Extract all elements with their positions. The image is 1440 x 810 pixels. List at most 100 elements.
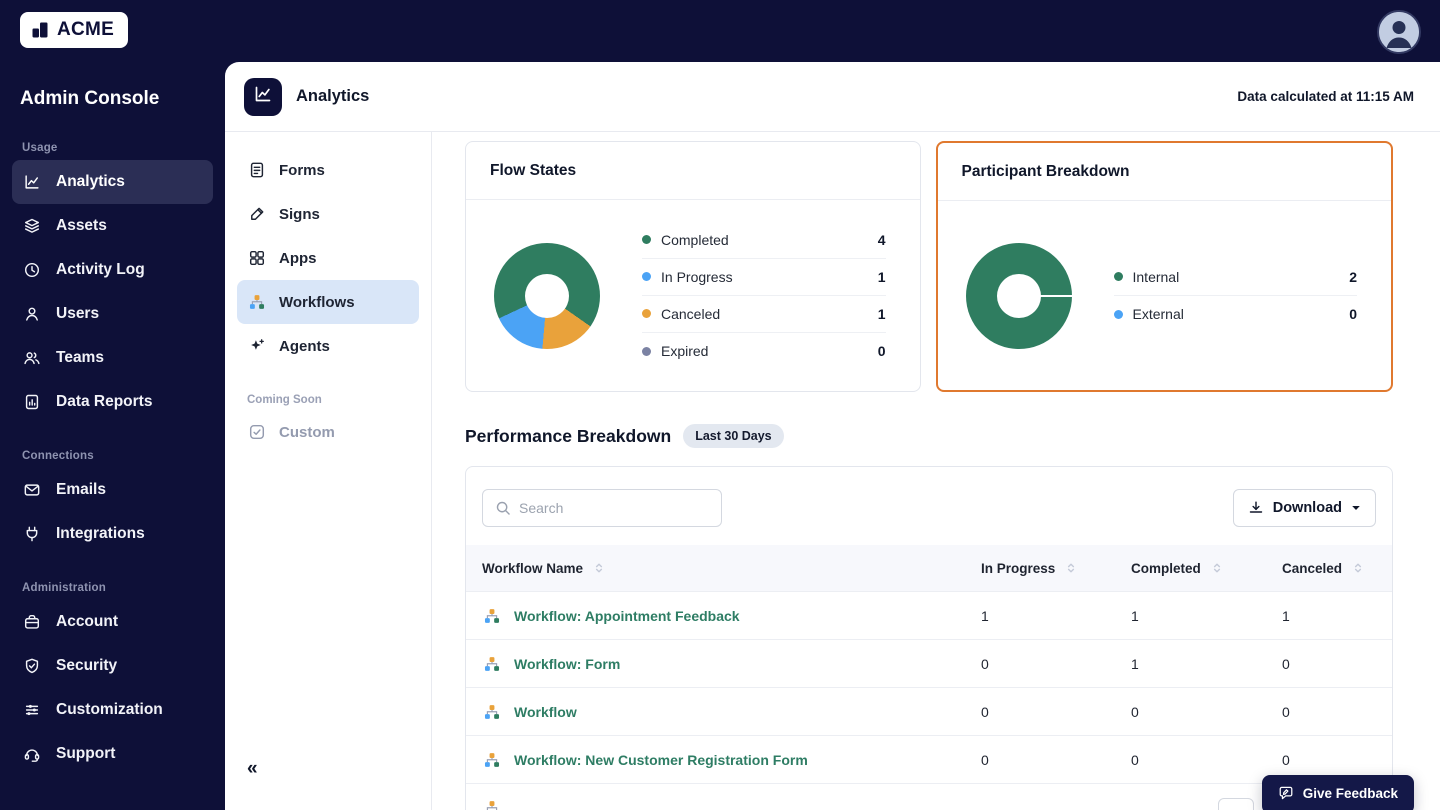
integrations-icon [22, 524, 42, 544]
sidebar-item-support[interactable]: Support [12, 732, 213, 776]
sidebar-item-label: Support [56, 745, 115, 763]
sidebar-item-customization[interactable]: Customization [12, 688, 213, 732]
column-label: Completed [1131, 561, 1201, 576]
sidebar-item-label: Integrations [56, 525, 145, 543]
sidebar-item-teams[interactable]: Teams [12, 336, 213, 380]
donut-hole [997, 274, 1041, 318]
signs-icon [247, 204, 267, 224]
give-feedback-button[interactable]: Give Feedback [1262, 775, 1414, 810]
legend-dot [642, 235, 651, 244]
sidebar-item-data-reports[interactable]: Data Reports [12, 380, 213, 424]
workflow-link[interactable]: Workflow: Appointment Feedback [514, 608, 740, 624]
sidebar-item-label: Security [56, 657, 117, 675]
coming-soon-label: Coming Soon [247, 394, 419, 406]
legend-label: Expired [661, 343, 868, 359]
legend-label: In Progress [661, 269, 868, 285]
subnav-item-label: Workflows [279, 294, 355, 311]
download-button[interactable]: Download [1233, 489, 1376, 527]
sidebar-item-users[interactable]: Users [12, 292, 213, 336]
sidebar-item-label: Emails [56, 481, 106, 499]
collapse-sidebar-button[interactable]: « [247, 758, 258, 780]
subnav-item-label: Signs [279, 206, 320, 223]
avatar-icon [1379, 39, 1419, 54]
download-label: Download [1273, 500, 1342, 516]
subnav-item-apps[interactable]: Apps [237, 236, 419, 280]
workflow-row-icon [482, 606, 502, 626]
legend-item-canceled: Canceled1 [642, 296, 886, 333]
search-input[interactable] [519, 500, 709, 516]
sidebar-item-analytics[interactable]: Analytics [12, 160, 213, 204]
sidebar-item-account[interactable]: Account [12, 600, 213, 644]
summary-cards-row: Flow States Completed4In Progress1Cancel… [465, 141, 1393, 392]
column-header-completed[interactable]: Completed [1131, 558, 1282, 578]
give-feedback-label: Give Feedback [1303, 786, 1398, 801]
sidebar-item-label: Account [56, 613, 118, 631]
sidebar-item-emails[interactable]: Emails [12, 468, 213, 512]
legend-value: 0 [878, 343, 886, 359]
workflow-name-cell: Workflow: Form [482, 654, 981, 674]
workflow-link[interactable]: Workflow: Form [514, 656, 620, 672]
sidebar-item-security[interactable]: Security [12, 644, 213, 688]
download-icon [1248, 500, 1264, 516]
user-avatar[interactable] [1377, 10, 1421, 54]
acme-logo[interactable]: ACME [20, 12, 128, 48]
workflow-link[interactable]: Workflow: New Customer Registration Form [514, 752, 808, 768]
subnav-item-signs[interactable]: Signs [237, 192, 419, 236]
sidebar: ACME Admin Console UsageAnalyticsAssetsA… [0, 0, 225, 810]
performance-breakdown-heading: Performance Breakdown Last 30 Days [465, 424, 1393, 448]
sidebar-nav: UsageAnalyticsAssetsActivity LogUsersTea… [0, 142, 225, 776]
participant-breakdown-title: Participant Breakdown [938, 143, 1392, 201]
subnav-item-custom: Custom [237, 410, 419, 454]
metric-value: 0 [1282, 704, 1376, 720]
subnav-item-agents[interactable]: Agents [237, 324, 419, 368]
search-box[interactable] [482, 489, 722, 527]
table-row: Workflow000 [466, 687, 1392, 735]
legend-value: 4 [878, 232, 886, 248]
legend-item-expired: Expired 0 [642, 333, 886, 370]
legend-label: Internal [1133, 269, 1340, 285]
table-header-row: Workflow NameIn ProgressCompleted Cancele… [466, 545, 1392, 591]
column-header-workflow-name[interactable]: Workflow Name [482, 558, 981, 578]
metric-value: 0 [981, 704, 1131, 720]
sidebar-item-assets[interactable]: Assets [12, 204, 213, 248]
activity-log-icon [22, 260, 42, 280]
flow-states-donut-chart [494, 243, 600, 349]
legend-item-in-progress: In Progress 1 [642, 259, 886, 296]
subnav-item-label: Forms [279, 162, 325, 179]
legend-value: 0 [1349, 306, 1357, 322]
sidebar-item-label: Teams [56, 349, 104, 367]
workflow-row-icon [482, 702, 502, 722]
subnav-item-forms[interactable]: Forms [237, 148, 419, 192]
metric-value: 0 [981, 752, 1131, 768]
search-icon [495, 500, 511, 516]
legend-value: 1 [878, 269, 886, 285]
column-header-in-progress[interactable]: In Progress [981, 558, 1131, 578]
feedback-icon [1278, 785, 1294, 801]
partial-control[interactable] [1218, 798, 1254, 810]
workflow-name-cell: Workflow [482, 702, 981, 722]
sidebar-section-label: Administration [22, 582, 205, 594]
table-row: Workflow: New Customer Registration Form… [466, 735, 1392, 783]
page-title: Analytics [296, 87, 369, 106]
table-toolbar: Download [466, 467, 1392, 545]
column-header-canceled[interactable]: Canceled [1282, 558, 1376, 578]
date-range-badge: Last 30 Days [683, 424, 783, 448]
sidebar-item-label: Customization [56, 701, 163, 719]
legend-item-external: External0 [1114, 296, 1358, 333]
legend-dot [642, 347, 651, 356]
console-title: Admin Console [20, 88, 225, 110]
subnav-item-workflows[interactable]: Workflows [237, 280, 419, 324]
participant-breakdown-donut-chart [966, 243, 1072, 349]
sidebar-item-label: Analytics [56, 173, 125, 191]
metric-value: 1 [1131, 608, 1282, 624]
sidebar-item-integrations[interactable]: Integrations [12, 512, 213, 556]
acme-logo-text: ACME [57, 19, 114, 41]
workflows-icon [247, 292, 267, 312]
sort-icon [1207, 558, 1227, 578]
sidebar-item-activity-log[interactable]: Activity Log [12, 248, 213, 292]
workflow-link[interactable]: Workflow [514, 704, 577, 720]
caret-down-icon [1351, 503, 1361, 513]
participant-breakdown-card: Participant Breakdown Internal2External0 [936, 141, 1394, 392]
table-row: Workflow: Form010 [466, 639, 1392, 687]
forms-icon [247, 160, 267, 180]
